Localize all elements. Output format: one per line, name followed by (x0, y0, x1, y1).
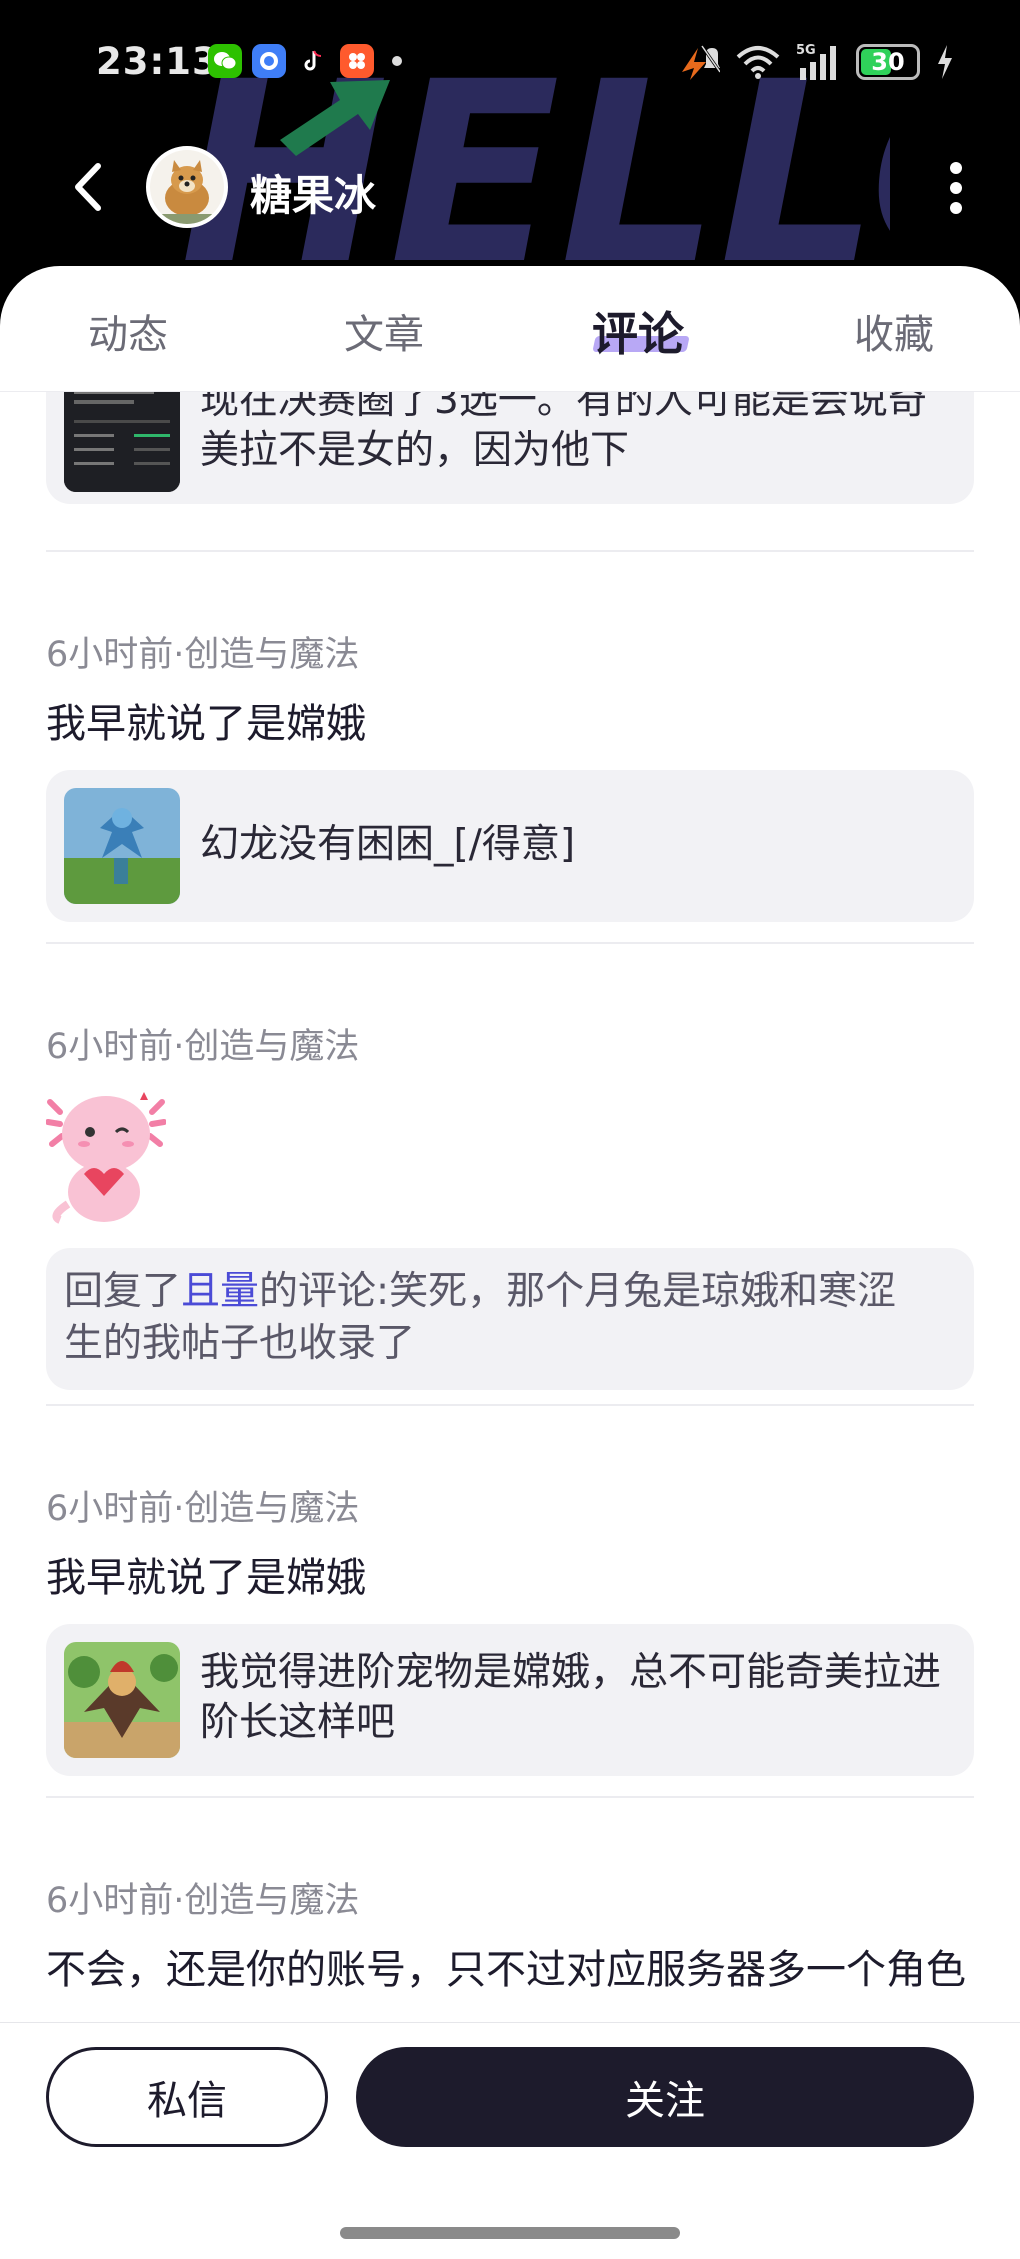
comment-text: 不会，还是你的账号，只不过对应服务器多一个角色 (46, 1947, 966, 1993)
axolotl-sticker (45, 1084, 167, 1224)
post-thumbnail (64, 1642, 180, 1758)
more-dot-icon (950, 202, 962, 214)
feed-divider (46, 550, 974, 552)
comments-feed[interactable]: 现在决赛圈了3选一。有的人可能是会说奇美拉不是女的，因为他下 6小时前·创造与魔… (0, 392, 1020, 2022)
linked-post-text: 我觉得进阶宠物是嫦娥，总不可能奇美拉进阶长这样吧 (200, 1650, 942, 1745)
follow-button[interactable]: 关注 (356, 2047, 974, 2147)
action-bar: 私信 关注 (0, 2022, 1020, 2259)
wifi-icon (736, 46, 780, 79)
linked-post-card[interactable]: 我觉得进阶宠物是嫦娥，总不可能奇美拉进阶长这样吧 (46, 1624, 974, 1776)
home-indicator[interactable] (340, 2227, 680, 2239)
reply-card[interactable]: 回复了且量的评论:笑死，那个月兔是琼娥和寒涩生的我帖子也收录了 (46, 1248, 974, 1390)
more-options-button[interactable] (936, 158, 976, 218)
profile-content-sheet: 动态 文章 评论 收藏 现在决赛圈了3选一。有的人可能是会说奇美拉不是女的，因为… (0, 266, 1020, 2259)
notification-app-icons (208, 44, 402, 78)
system-status-icons: 5G 30 (676, 42, 954, 82)
linked-post-card[interactable]: 幻龙没有困困_[/得意] (46, 770, 974, 922)
post-thumbnail (64, 788, 180, 904)
charging-icon (938, 45, 952, 79)
more-notifications-dot (392, 56, 402, 66)
tab-comments[interactable]: 评论 (592, 298, 684, 364)
user-avatar[interactable] (146, 146, 228, 228)
linked-post-text: 现在决赛圈了3选一。有的人可能是会说奇美拉不是女的，因为他下 (200, 392, 927, 473)
comment-meta: 6小时前·创造与魔法 (46, 635, 360, 675)
comment-text: 我早就说了是嫦娥 (46, 1555, 366, 1601)
status-bar: 23:13 5G 30 (0, 0, 1020, 120)
comment-meta: 6小时前·创造与魔法 (46, 1489, 360, 1529)
comment-meta: 6小时前·创造与魔法 (46, 1027, 360, 1067)
svg-text:5G: 5G (796, 43, 816, 58)
reply-text: 回复了且量的评论:笑死，那个月兔是琼娥和寒涩生的我帖子也收录了 (64, 1266, 934, 1370)
profile-header: HELLO. 23:13 (0, 0, 1020, 300)
tab-dynamics[interactable]: 动态 (88, 302, 168, 360)
profile-nav-row: 糖果冰 (0, 140, 1020, 236)
comment-meta: 6小时前·创造与魔法 (46, 1881, 360, 1921)
browser-icon (252, 44, 286, 78)
app-icon (340, 44, 374, 78)
chevron-left-icon (75, 163, 101, 211)
more-dot-icon (950, 162, 962, 174)
tiktok-icon (296, 44, 330, 78)
battery-icon: 30 (856, 44, 920, 80)
profile-username: 糖果冰 (250, 171, 377, 220)
feed-divider (46, 942, 974, 944)
feed-divider (46, 1404, 974, 1406)
more-dot-icon (950, 182, 962, 194)
reply-user-link[interactable]: 且量 (181, 1269, 259, 1314)
wechat-icon (208, 44, 242, 78)
tab-articles[interactable]: 文章 (344, 302, 424, 360)
dog-avatar-image (150, 150, 224, 224)
feed-divider (46, 1796, 974, 1798)
comment-text: 我早就说了是嫦娥 (46, 701, 366, 747)
post-thumbnail (64, 392, 180, 492)
profile-tabs: 动态 文章 评论 收藏 (0, 266, 1020, 392)
tab-favorites[interactable]: 收藏 (854, 302, 934, 360)
battery-level: 30 (871, 48, 905, 76)
linked-post-card[interactable]: 现在决赛圈了3选一。有的人可能是会说奇美拉不是女的，因为他下 (46, 392, 974, 504)
reply-prefix: 回复了 (64, 1269, 182, 1314)
status-time: 23:13 (96, 40, 219, 83)
signal-icon: 5G (796, 43, 836, 80)
direct-message-button[interactable]: 私信 (46, 2047, 328, 2147)
mute-icon (682, 45, 720, 80)
back-button[interactable] (60, 160, 114, 214)
linked-post-text: 幻龙没有困困_[/得意] (200, 822, 576, 867)
